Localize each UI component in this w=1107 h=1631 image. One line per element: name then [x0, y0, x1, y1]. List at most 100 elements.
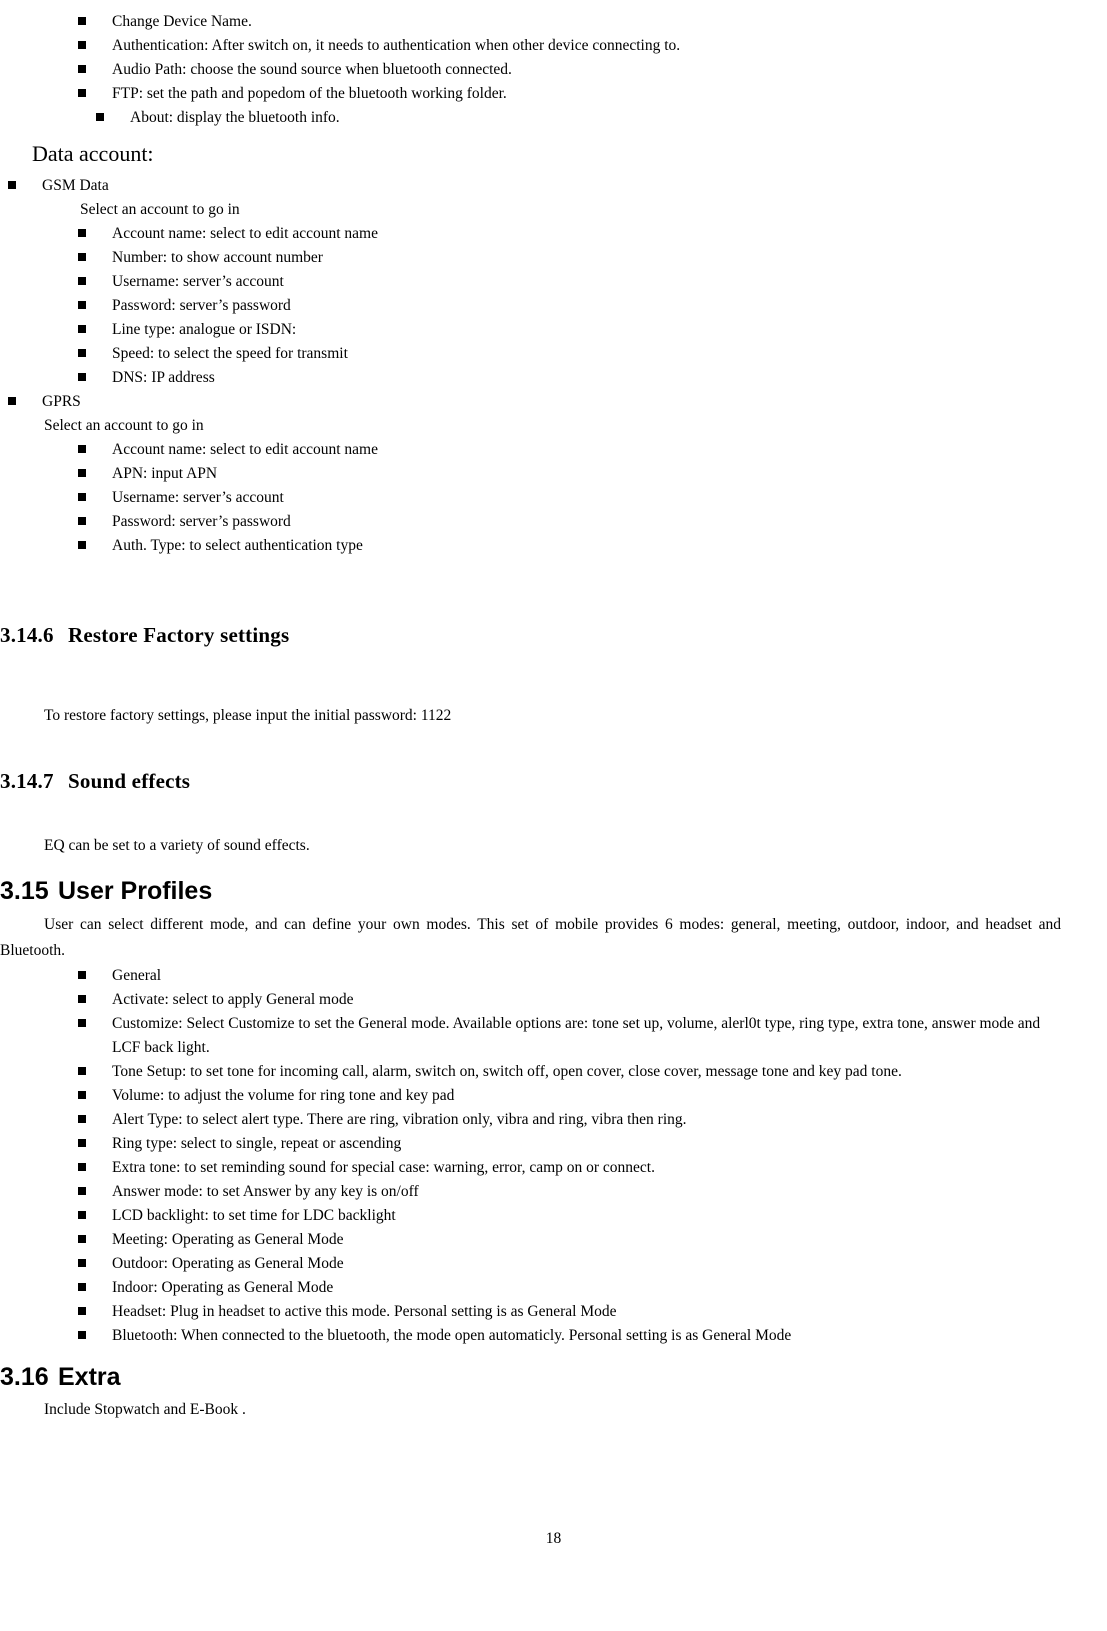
list-item: Customize: Select Customize to set the G… — [78, 1012, 1061, 1060]
square-bullet-icon — [78, 438, 112, 462]
list-item: Headset: Plug in headset to active this … — [78, 1300, 1061, 1324]
section-title: User Profiles — [58, 877, 213, 905]
list-item-label: Audio Path: choose the sound source when… — [112, 61, 512, 78]
page-content: Change Device Name. Authentication: Afte… — [0, 0, 1107, 1422]
section-number: 3.16 — [0, 1363, 49, 1391]
list-item-label: Account name: select to edit account nam… — [112, 225, 378, 242]
list-item-label: Change Device Name. — [112, 13, 252, 30]
list-item-label: Number: to show account number — [112, 249, 323, 266]
list-item-label: Customize: Select Customize to set the G… — [112, 1015, 1041, 1056]
square-bullet-icon — [78, 1084, 112, 1108]
list-item-label: Account name: select to edit account nam… — [112, 441, 378, 458]
square-bullet-icon — [78, 1300, 112, 1324]
square-bullet-icon — [78, 270, 112, 294]
list-item: Volume: to adjust the volume for ring to… — [78, 1084, 1061, 1108]
list-item: Account name: select to edit account nam… — [78, 222, 1061, 246]
square-bullet-icon — [78, 1132, 112, 1156]
list-item: Activate: select to apply General mode — [78, 988, 1061, 1012]
list-item: Password: server’s password — [78, 510, 1061, 534]
bluetooth-settings-list: Change Device Name. Authentication: Afte… — [0, 10, 1061, 130]
square-bullet-icon — [78, 366, 112, 390]
section-number: 3.14.7 — [0, 769, 54, 793]
square-bullet-icon — [78, 342, 112, 366]
extra-body: Include Stopwatch and E-Book . — [44, 1401, 246, 1418]
square-bullet-icon — [78, 222, 112, 246]
list-item: Ring type: select to single, repeat or a… — [78, 1132, 1061, 1156]
user-profiles-list: General Activate: select to apply Genera… — [0, 964, 1061, 1348]
square-bullet-icon — [78, 1156, 112, 1180]
list-item: Password: server’s password — [78, 294, 1061, 318]
list-item: Change Device Name. — [78, 10, 1061, 34]
list-item: Meeting: Operating as General Mode — [78, 1228, 1061, 1252]
square-bullet-icon — [78, 318, 112, 342]
list-item-label: FTP: set the path and popedom of the blu… — [112, 85, 507, 102]
list-item: Username: server’s account — [78, 270, 1061, 294]
page-number: 18 — [545, 1530, 562, 1547]
square-bullet-icon — [78, 510, 112, 534]
list-item-label: APN: input APN — [112, 465, 218, 482]
section-title: Sound effects — [68, 769, 191, 793]
list-item-label: Headset: Plug in headset to active this … — [112, 1303, 617, 1320]
section-heading-sound-effects: 3.14.7 Sound effects — [0, 768, 1061, 794]
square-bullet-icon — [78, 246, 112, 270]
gsm-data-item: GSM Data — [8, 174, 1061, 198]
list-item-label: Bluetooth: When connected to the bluetoo… — [112, 1327, 792, 1344]
list-item: Authentication: After switch on, it need… — [78, 34, 1061, 58]
list-item-label: Indoor: Operating as General Mode — [112, 1279, 334, 1296]
list-item-label: Meeting: Operating as General Mode — [112, 1231, 344, 1248]
square-bullet-icon — [78, 1324, 112, 1348]
section-heading-restore-factory: 3.14.6 Restore Factory settings — [0, 622, 1061, 648]
list-item: Line type: analogue or ISDN: — [78, 318, 1061, 342]
list-item: Outdoor: Operating as General Mode — [78, 1252, 1061, 1276]
square-bullet-icon — [78, 988, 112, 1012]
list-item-label: Password: server’s password — [112, 513, 291, 530]
section-number: 3.14.6 — [0, 623, 54, 647]
list-item-label: DNS: IP address — [112, 369, 215, 386]
list-item: Tone Setup: to set tone for incoming cal… — [78, 1060, 1061, 1084]
list-item-label: Extra tone: to set reminding sound for s… — [112, 1159, 655, 1176]
list-item-label: LCD backlight: to set time for LDC backl… — [112, 1207, 396, 1224]
list-item: About: display the bluetooth info. — [96, 106, 1061, 130]
square-bullet-icon — [78, 1108, 112, 1132]
square-bullet-icon — [78, 82, 112, 106]
list-item: Bluetooth: When connected to the bluetoo… — [78, 1324, 1061, 1348]
list-item-label: Ring type: select to single, repeat or a… — [112, 1135, 402, 1152]
list-item: Account name: select to edit account nam… — [78, 438, 1061, 462]
gprs-options-list: Account name: select to edit account nam… — [0, 438, 1061, 558]
gprs-label: GPRS — [42, 393, 81, 410]
list-item: Speed: to select the speed for transmit — [78, 342, 1061, 366]
list-item: General — [78, 964, 1061, 988]
list-item: Number: to show account number — [78, 246, 1061, 270]
square-bullet-icon — [78, 294, 112, 318]
list-item-label: General — [112, 967, 162, 984]
square-bullet-icon — [78, 1252, 112, 1276]
square-bullet-icon — [78, 1276, 112, 1300]
square-bullet-icon — [78, 10, 112, 34]
square-bullet-icon — [78, 462, 112, 486]
square-bullet-icon — [78, 1060, 112, 1084]
list-item-label: Password: server’s password — [112, 297, 291, 314]
list-item-label: Speed: to select the speed for transmit — [112, 345, 348, 362]
list-item: APN: input APN — [78, 462, 1061, 486]
sound-effects-body: EQ can be set to a variety of sound effe… — [44, 837, 310, 854]
square-bullet-icon — [78, 1180, 112, 1204]
square-bullet-icon — [78, 964, 112, 988]
gsm-options-list: Account name: select to edit account nam… — [0, 222, 1061, 390]
restore-factory-body: To restore factory settings, please inpu… — [44, 707, 452, 724]
section-heading-user-profiles: 3.15 User Profiles — [0, 876, 1061, 906]
list-item: Audio Path: choose the sound source when… — [78, 58, 1061, 82]
list-item-label: Volume: to adjust the volume for ring to… — [112, 1087, 455, 1104]
list-item-label: Auth. Type: to select authentication typ… — [112, 537, 363, 554]
list-item-label: Tone Setup: to set tone for incoming cal… — [112, 1063, 902, 1080]
list-item: Answer mode: to set Answer by any key is… — [78, 1180, 1061, 1204]
square-bullet-icon — [78, 1204, 112, 1228]
square-bullet-icon — [78, 1012, 112, 1036]
list-item-label: Authentication: After switch on, it need… — [112, 37, 681, 54]
list-item-label: Activate: select to apply General mode — [112, 991, 354, 1008]
list-item-label: Outdoor: Operating as General Mode — [112, 1255, 344, 1272]
list-item: LCD backlight: to set time for LDC backl… — [78, 1204, 1061, 1228]
list-item: FTP: set the path and popedom of the blu… — [78, 82, 1061, 106]
list-item-label: Alert Type: to select alert type. There … — [112, 1111, 687, 1128]
gprs-intro: Select an account to go in — [44, 417, 204, 434]
section-number: 3.15 — [0, 877, 49, 905]
